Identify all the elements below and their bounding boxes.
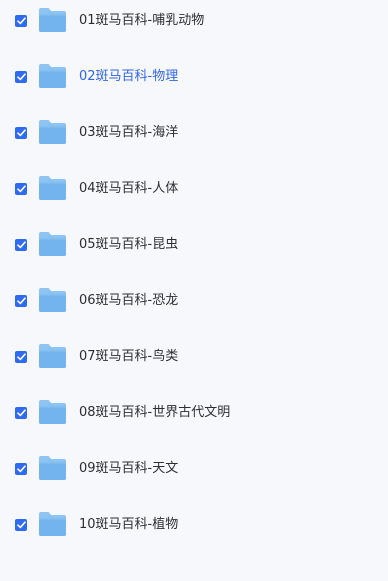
checkbox-checked-icon[interactable] xyxy=(15,351,27,363)
file-name: 04斑马百科-人体 xyxy=(79,181,179,196)
folder-icon xyxy=(38,231,67,257)
file-name: 10斑马百科-植物 xyxy=(79,517,179,532)
file-name: 09斑马百科-天文 xyxy=(79,461,179,476)
folder-icon xyxy=(38,455,67,481)
checkbox-checked-icon[interactable] xyxy=(15,407,27,419)
file-row[interactable]: 10斑马百科-植物 xyxy=(0,512,388,581)
checkbox-checked-icon[interactable] xyxy=(15,71,27,83)
checkbox-checked-icon[interactable] xyxy=(15,15,27,27)
file-name: 06斑马百科-恐龙 xyxy=(79,293,179,308)
checkbox-checked-icon[interactable] xyxy=(15,295,27,307)
file-list: 01斑马百科-哺乳动物 02斑马百科-物理 03斑马百科-海洋 04斑马百科-人体 05… xyxy=(0,0,388,539)
file-name: 07斑马百科-鸟类 xyxy=(79,349,179,364)
file-name: 08斑马百科-世界古代文明 xyxy=(79,405,231,420)
folder-icon xyxy=(38,119,67,145)
checkbox-checked-icon[interactable] xyxy=(15,183,27,195)
file-name: 01斑马百科-哺乳动物 xyxy=(79,13,205,28)
folder-icon xyxy=(38,287,67,313)
checkbox-checked-icon[interactable] xyxy=(15,239,27,251)
file-name: 05斑马百科-昆虫 xyxy=(79,237,179,252)
folder-icon xyxy=(38,399,67,425)
file-name: 02斑马百科-物理 xyxy=(79,69,179,84)
folder-icon xyxy=(38,7,67,33)
file-name: 03斑马百科-海洋 xyxy=(79,125,179,140)
checkbox-checked-icon[interactable] xyxy=(15,519,27,531)
checkbox-checked-icon[interactable] xyxy=(15,463,27,475)
checkbox-checked-icon[interactable] xyxy=(15,127,27,139)
folder-icon xyxy=(38,343,67,369)
folder-icon xyxy=(38,511,67,537)
folder-icon xyxy=(38,63,67,89)
folder-icon xyxy=(38,175,67,201)
